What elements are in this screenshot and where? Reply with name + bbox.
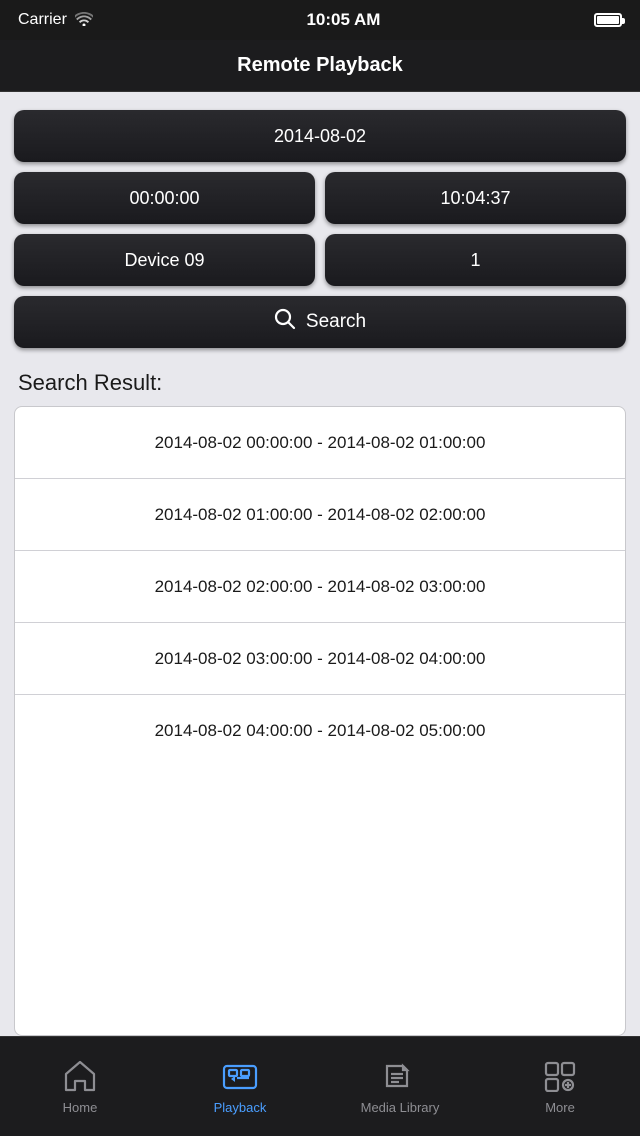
result-text: 2014-08-02 04:00:00 - 2014-08-02 05:00:0…	[155, 721, 486, 741]
date-row: 2014-08-02	[14, 110, 626, 162]
search-result-header: Search Result:	[0, 356, 640, 406]
main-content: 2014-08-02 00:00:00 10:04:37 Device 09 1	[0, 92, 640, 1036]
device-row: Device 09 1	[14, 234, 626, 286]
carrier-label: Carrier	[18, 11, 67, 29]
tab-more[interactable]: More	[480, 1037, 640, 1136]
device-value: Device 09	[124, 250, 204, 271]
date-button[interactable]: 2014-08-02	[14, 110, 626, 162]
end-time-value: 10:04:37	[440, 188, 510, 209]
start-time-value: 00:00:00	[129, 188, 199, 209]
channel-value: 1	[470, 250, 480, 271]
time-row: 00:00:00 10:04:37	[14, 172, 626, 224]
result-item[interactable]: 2014-08-02 04:00:00 - 2014-08-02 05:00:0…	[15, 695, 625, 767]
status-left: Carrier	[18, 11, 93, 29]
date-value: 2014-08-02	[274, 126, 366, 147]
wifi-icon	[75, 12, 93, 29]
playback-icon	[222, 1058, 258, 1094]
search-icon	[274, 308, 296, 336]
result-item[interactable]: 2014-08-02 02:00:00 - 2014-08-02 03:00:0…	[15, 551, 625, 623]
search-label: Search	[306, 311, 366, 333]
result-text: 2014-08-02 01:00:00 - 2014-08-02 02:00:0…	[155, 505, 486, 525]
start-time-button[interactable]: 00:00:00	[14, 172, 315, 224]
result-item[interactable]: 2014-08-02 00:00:00 - 2014-08-02 01:00:0…	[15, 407, 625, 479]
search-row: Search	[14, 296, 626, 348]
result-text: 2014-08-02 02:00:00 - 2014-08-02 03:00:0…	[155, 577, 486, 597]
device-button[interactable]: Device 09	[14, 234, 315, 286]
tab-media-library-label: Media Library	[361, 1100, 440, 1115]
battery-icon	[594, 13, 622, 27]
result-text: 2014-08-02 00:00:00 - 2014-08-02 01:00:0…	[155, 433, 486, 453]
status-right	[594, 13, 622, 27]
media-library-icon	[382, 1058, 418, 1094]
result-text: 2014-08-02 03:00:00 - 2014-08-02 04:00:0…	[155, 649, 486, 669]
nav-bar: Remote Playback	[0, 40, 640, 92]
search-result-label: Search Result:	[18, 370, 162, 395]
status-bar: Carrier 10:05 AM	[0, 0, 640, 40]
tab-playback[interactable]: Playback	[160, 1037, 320, 1136]
nav-title: Remote Playback	[237, 54, 403, 77]
more-icon	[542, 1058, 578, 1094]
controls-section: 2014-08-02 00:00:00 10:04:37 Device 09 1	[0, 92, 640, 356]
end-time-button[interactable]: 10:04:37	[325, 172, 626, 224]
tab-home-label: Home	[63, 1100, 98, 1115]
search-button[interactable]: Search	[14, 296, 626, 348]
results-container: 2014-08-02 00:00:00 - 2014-08-02 01:00:0…	[14, 406, 626, 1036]
result-item[interactable]: 2014-08-02 03:00:00 - 2014-08-02 04:00:0…	[15, 623, 625, 695]
tab-home[interactable]: Home	[0, 1037, 160, 1136]
status-time: 10:05 AM	[306, 10, 380, 30]
tab-playback-label: Playback	[214, 1100, 267, 1115]
tab-media-library[interactable]: Media Library	[320, 1037, 480, 1136]
channel-button[interactable]: 1	[325, 234, 626, 286]
tab-more-label: More	[545, 1100, 575, 1115]
home-icon	[62, 1058, 98, 1094]
result-item[interactable]: 2014-08-02 01:00:00 - 2014-08-02 02:00:0…	[15, 479, 625, 551]
tab-bar: Home Playback Media Library	[0, 1036, 640, 1136]
